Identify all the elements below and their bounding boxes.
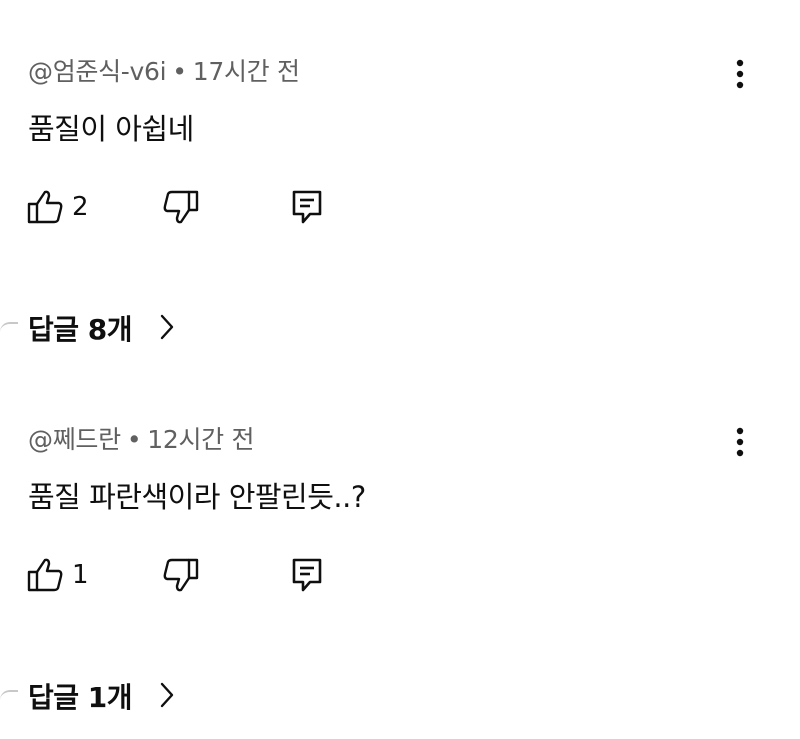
- more-vertical-icon: [736, 427, 744, 457]
- comment-meta: @쩨드란 • 12시간 전: [28, 420, 255, 456]
- comment-reply-icon: [292, 558, 322, 592]
- comment-time: 12시간 전: [147, 425, 255, 454]
- view-replies-button[interactable]: 답글 1개: [0, 670, 300, 720]
- like-count: 2: [72, 192, 89, 222]
- like-button[interactable]: 1: [26, 550, 89, 600]
- thumbs-up-icon: [27, 558, 63, 592]
- replies-label: 답글 1개: [28, 681, 133, 714]
- comment-meta: @엄준식-v6i • 17시간 전: [28, 52, 300, 88]
- thumbs-up-icon: [27, 190, 63, 224]
- comment-time: 17시간 전: [192, 57, 300, 86]
- view-replies-button[interactable]: 답글 8개: [0, 302, 300, 352]
- thread-connector: [0, 690, 18, 700]
- comment-actions: 1: [0, 550, 800, 600]
- chevron-right-icon: [160, 314, 174, 340]
- thread-connector: [0, 322, 18, 332]
- replies-label: 답글 8개: [28, 313, 133, 346]
- comment-actions: 2: [0, 182, 800, 232]
- meta-separator: •: [172, 57, 187, 86]
- comment-author[interactable]: @엄준식-v6i: [28, 57, 167, 86]
- comment-text: 품질 파란색이라 안팔린듯..?: [28, 480, 366, 514]
- meta-separator: •: [126, 425, 142, 454]
- reply-button[interactable]: [290, 550, 324, 600]
- dislike-button[interactable]: [162, 182, 200, 232]
- dislike-button[interactable]: [162, 550, 200, 600]
- comment-text: 품질이 아쉽네: [28, 112, 194, 146]
- thumbs-down-icon: [163, 190, 199, 224]
- chevron-right-icon: [160, 682, 174, 708]
- comment-reply-icon: [292, 190, 322, 224]
- like-count: 1: [72, 560, 89, 590]
- more-vertical-icon: [736, 59, 744, 89]
- comment-more-button[interactable]: [720, 417, 760, 467]
- thumbs-down-icon: [163, 558, 199, 592]
- comment-more-button[interactable]: [720, 49, 760, 99]
- reply-button[interactable]: [290, 182, 324, 232]
- like-button[interactable]: 2: [26, 182, 89, 232]
- comment-author[interactable]: @쩨드란: [28, 425, 121, 454]
